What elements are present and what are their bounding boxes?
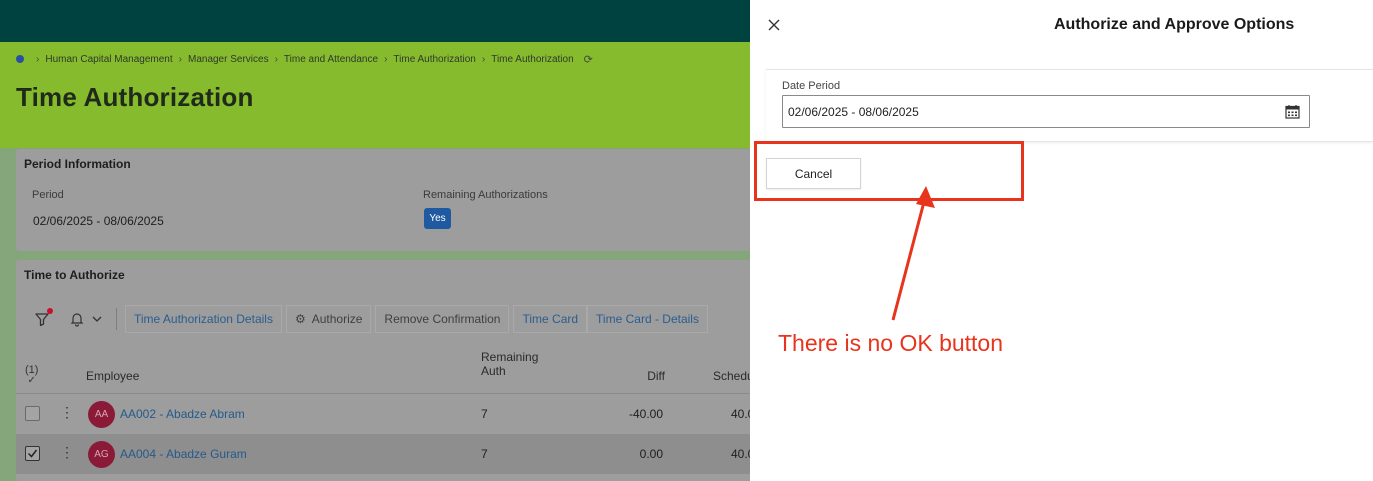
breadcrumb-item-current: Time Authorization (491, 53, 574, 65)
filter-active-indicator (47, 308, 53, 314)
chevron-right-icon: › (36, 53, 40, 65)
period-label: Period (32, 189, 64, 201)
check-icon: ✓ (27, 375, 36, 386)
chevron-right-icon: › (384, 53, 388, 65)
more-options-icon[interactable]: ⋮ (60, 444, 74, 461)
remaining-authorizations-label: Remaining Authorizations (423, 189, 548, 201)
remaining-auth-cell: 7 (481, 447, 488, 461)
diff-cell: -40.00 (628, 407, 663, 421)
annotation-arrow (891, 186, 935, 321)
filter-icon[interactable] (28, 305, 56, 333)
breadcrumb-item[interactable]: Manager Services (188, 54, 269, 65)
panel-title: Authorize and Approve Options (1054, 16, 1295, 33)
breadcrumb-item[interactable]: Human Capital Management (45, 54, 172, 65)
row-checkbox[interactable] (25, 406, 40, 421)
avatar: AA (88, 401, 115, 428)
row-checkbox[interactable] (25, 446, 40, 461)
remaining-authorizations-badge: Yes (424, 208, 451, 229)
time-card-details-button[interactable]: Time Card - Details (587, 305, 708, 333)
date-period-label: Date Period (782, 80, 841, 92)
remaining-auth-cell: 7 (481, 407, 488, 421)
date-period-value: 02/06/2025 - 08/06/2025 (788, 104, 919, 119)
authorize-approve-options-panel: Authorize and Approve Options Date Perio… (750, 0, 1373, 481)
column-employee[interactable]: Employee (86, 369, 139, 383)
table-row[interactable]: ⋮ AG AA004 - Abadze Guram 7 0.00 40.0 (16, 434, 754, 474)
selected-count[interactable]: (1) ✓ (25, 364, 38, 386)
breadcrumb-item[interactable]: Time Authorization (393, 54, 475, 65)
chevron-right-icon: › (274, 53, 278, 65)
chevron-right-icon: › (178, 53, 182, 65)
check-icon (27, 449, 38, 458)
chevron-right-icon: › (481, 53, 486, 65)
more-options-icon[interactable]: ⋮ (60, 404, 74, 421)
close-icon[interactable] (764, 15, 784, 35)
column-remaining-line1: Remaining (481, 350, 539, 364)
time-to-authorize-card: Time to Authorize Time Authorization Det… (16, 260, 754, 481)
column-scheduled[interactable]: Schedu (713, 369, 754, 383)
bell-icon (70, 313, 84, 327)
toolbar-divider (116, 308, 117, 330)
column-diff[interactable]: Diff (626, 369, 665, 383)
period-information-title: Period Information (24, 157, 131, 171)
annotation-text: There is no OK button (778, 330, 1004, 356)
time-to-authorize-title: Time to Authorize (24, 268, 125, 282)
authorize-label: Authorize (311, 312, 363, 326)
column-remaining-line2: Auth (481, 364, 506, 378)
period-information-card: Period Information Period 02/06/2025 - 0… (16, 149, 750, 251)
date-period-section: Date Period 02/06/2025 - 08/06/2025 (766, 69, 1373, 142)
time-card-button[interactable]: Time Card (513, 305, 588, 333)
diff-cell: 0.00 (639, 447, 663, 461)
employee-link[interactable]: AA002 - Abadze Abram (120, 407, 245, 421)
notifications-menu[interactable] (64, 305, 108, 333)
breadcrumb-item[interactable]: Time and Attendance (284, 54, 378, 65)
breadcrumb: › Human Capital Management › Manager Ser… (16, 52, 593, 66)
column-remaining-auth[interactable]: Remaining Auth (481, 350, 538, 378)
employee-link[interactable]: AA004 - Abadze Guram (120, 447, 247, 461)
date-period-input[interactable]: 02/06/2025 - 08/06/2025 (782, 95, 1310, 128)
authorize-icon: ⚙ (294, 312, 306, 326)
refresh-icon[interactable]: ⟳ (584, 53, 593, 66)
page-title: Time Authorization (16, 82, 254, 112)
chevron-down-icon (92, 316, 102, 322)
table-row[interactable]: ⋮ AA AA002 - Abadze Abram 7 -40.00 40.0 (16, 394, 754, 434)
authorize-button[interactable]: ⚙ Authorize (285, 305, 372, 333)
calendar-icon[interactable] (1285, 104, 1300, 119)
remove-confirmation-button[interactable]: Remove Confirmation (375, 305, 510, 333)
period-value: 02/06/2025 - 08/06/2025 (33, 214, 164, 228)
time-authorization-details-button[interactable]: Time Authorization Details (125, 305, 282, 333)
grid-header: (1) ✓ Employee Remaining Auth Diff Sched… (16, 344, 754, 394)
grid-toolbar: Time Authorization Details ⚙ Authorize R… (24, 304, 708, 334)
home-icon[interactable] (16, 55, 24, 63)
avatar: AG (88, 441, 115, 468)
